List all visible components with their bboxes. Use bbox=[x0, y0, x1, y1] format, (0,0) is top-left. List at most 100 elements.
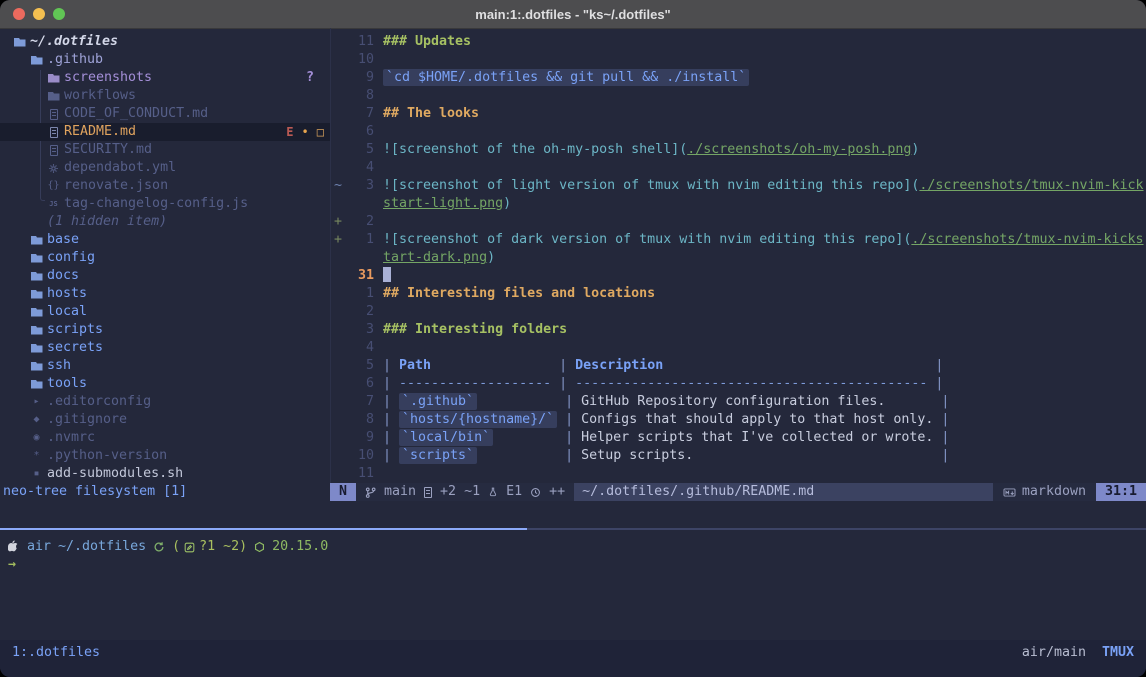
tree-item-dependabot[interactable]: dependabot.yml bbox=[0, 159, 330, 177]
editor-line[interactable]: 9`cd $HOME/.dotfiles && git pull && ./in… bbox=[331, 69, 1146, 87]
gitsign-added: + bbox=[331, 213, 348, 231]
folder-icon bbox=[30, 272, 43, 281]
table-header-line[interactable]: 5| Path | Description | bbox=[331, 357, 1146, 375]
tree-item-readme-selected[interactable]: README.md E • □ bbox=[0, 123, 330, 141]
folder-icon bbox=[30, 362, 43, 371]
tmux-right: air/main TMUX bbox=[1022, 644, 1134, 662]
editor-line[interactable]: 4 bbox=[331, 339, 1146, 357]
pencil-icon bbox=[184, 542, 195, 553]
folder-icon bbox=[30, 326, 43, 335]
window-title: main:1:.dotfiles - "ks~/.dotfiles" bbox=[475, 7, 670, 22]
tree-item-renovate[interactable]: {} renovate.json bbox=[0, 177, 330, 195]
file-icon bbox=[47, 127, 60, 138]
gear-icon bbox=[47, 163, 60, 174]
editor-line[interactable]: 1## Interesting files and locations bbox=[331, 285, 1146, 303]
tree-item-scripts[interactable]: scripts bbox=[0, 321, 330, 339]
shell-prompt-line[interactable]: air ~/.dotfiles ( ?1 ~2) bbox=[8, 538, 328, 556]
markdown-file-icon bbox=[1003, 487, 1016, 498]
tree-item-tools[interactable]: tools bbox=[0, 375, 330, 393]
tree-item-workflows[interactable]: workflows bbox=[0, 87, 330, 105]
titlebar[interactable]: main:1:.dotfiles - "ks~/.dotfiles" bbox=[0, 0, 1146, 29]
editor-buffer: 11### Updates 10 9`cd $HOME/.dotfiles &&… bbox=[331, 33, 1146, 483]
editor-wrap-line[interactable]: start-light.png) bbox=[331, 195, 1146, 213]
tree-item-config[interactable]: config bbox=[0, 249, 330, 267]
markdown-h3: ### Interesting folders bbox=[383, 322, 567, 337]
folder-open-icon bbox=[30, 56, 43, 65]
tmux-window-name[interactable]: 1:.dotfiles bbox=[12, 644, 100, 662]
tree-hidden-count[interactable]: (1 hidden item) bbox=[0, 213, 330, 231]
editor-line[interactable]: 8 bbox=[331, 87, 1146, 105]
editor-cursor-line[interactable]: 31 bbox=[331, 267, 1146, 285]
terminal-window: main:1:.dotfiles - "ks~/.dotfiles" ~/.do… bbox=[0, 0, 1146, 677]
close-button[interactable] bbox=[13, 8, 25, 20]
editor-line[interactable]: 2 bbox=[331, 303, 1146, 321]
tree-item-hosts[interactable]: hosts bbox=[0, 285, 330, 303]
clock-icon bbox=[530, 487, 541, 498]
folder-icon bbox=[30, 380, 43, 389]
hostname: air bbox=[27, 538, 51, 556]
table-row-line[interactable]: 9| `local/bin` | Helper scripts that I'v… bbox=[331, 429, 1146, 447]
braces-icon: {} bbox=[47, 177, 60, 195]
tree-item-security[interactable]: SECURITY.md bbox=[0, 141, 330, 159]
tree-item-secrets[interactable]: secrets bbox=[0, 339, 330, 357]
editor-line[interactable]: 5![screenshot of the oh-my-posh shell](.… bbox=[331, 141, 1146, 159]
tree-item-github[interactable]: .github bbox=[0, 51, 330, 69]
filetype-segment: markdown bbox=[993, 483, 1096, 501]
statusline: N main +2 ~1 E1 bbox=[330, 483, 1146, 501]
node-icon: ◉ bbox=[30, 429, 43, 447]
tree-item-nvmrc[interactable]: ◉ .nvmrc bbox=[0, 429, 330, 447]
folder-icon bbox=[30, 236, 43, 245]
mode-indicator: N bbox=[330, 483, 356, 501]
tmux-badge: TMUX bbox=[1102, 644, 1134, 662]
gitsign-changed: ~ bbox=[331, 177, 348, 195]
cursor-block bbox=[383, 267, 391, 282]
table-row-line[interactable]: 10| `scripts` | Setup scripts. | bbox=[331, 447, 1146, 465]
folder-icon bbox=[30, 344, 43, 353]
unstaged-square-mark: □ bbox=[317, 123, 324, 141]
editor-line[interactable]: +2 bbox=[331, 213, 1146, 231]
markdown-h2: ## Interesting files and locations bbox=[383, 286, 655, 301]
tree-item-tag-changelog[interactable]: JS tag-changelog-config.js bbox=[0, 195, 330, 213]
tmux-pane-border[interactable] bbox=[0, 528, 1146, 530]
editor-line[interactable]: 6 bbox=[331, 123, 1146, 141]
editor-line[interactable]: +1![screenshot of dark version of tmux w… bbox=[331, 231, 1146, 249]
editor-line[interactable]: 4 bbox=[331, 159, 1146, 177]
zoom-button[interactable] bbox=[53, 8, 65, 20]
table-separator-line[interactable]: 6| ------------------- | ---------------… bbox=[331, 375, 1146, 393]
editor-line[interactable]: ~3![screenshot of light version of tmux … bbox=[331, 177, 1146, 195]
filetype-label: markdown bbox=[1022, 483, 1086, 501]
tree-item-local[interactable]: local bbox=[0, 303, 330, 321]
folder-icon bbox=[47, 92, 60, 101]
editor-line[interactable]: 7## The looks bbox=[331, 105, 1146, 123]
markdown-h3: ### Updates bbox=[383, 34, 471, 49]
tree-item-python-version[interactable]: * .python-version bbox=[0, 447, 330, 465]
tree-item-ssh[interactable]: ssh bbox=[0, 357, 330, 375]
editor-line[interactable]: 10 bbox=[331, 51, 1146, 69]
table-row-line[interactable]: 7| `.github` | GitHub Repository configu… bbox=[331, 393, 1146, 411]
tree-item-screenshots[interactable]: screenshots ? bbox=[0, 69, 330, 87]
tree-item-code-of-conduct[interactable]: CODE_OF_CONDUCT.md bbox=[0, 105, 330, 123]
tree-item-docs[interactable]: docs bbox=[0, 267, 330, 285]
tree-item-add-submodules[interactable]: ▪ add-submodules.sh bbox=[0, 465, 330, 483]
tree-item-dotfiles-root[interactable]: ~/.dotfiles bbox=[0, 33, 330, 51]
editor-line[interactable]: 11### Updates bbox=[331, 33, 1146, 51]
file-icon bbox=[47, 109, 60, 120]
diff-added: +2 bbox=[440, 483, 456, 501]
table-row-line[interactable]: 8| `hosts/{hostname}/` | Configs that sh… bbox=[331, 411, 1146, 429]
editor-wrap-line[interactable]: tart-dark.png) bbox=[331, 249, 1146, 267]
prompt-arrow[interactable]: → bbox=[8, 556, 16, 574]
node-version: 20.15.0 bbox=[272, 538, 328, 556]
markdown-link: ./screenshots/tmux-nvim-kicks bbox=[911, 232, 1143, 247]
tmux-status-bar: 1:.dotfiles air/main TMUX bbox=[0, 640, 1146, 677]
markdown-link: ./screenshots/tmux-nvim-kick bbox=[919, 178, 1143, 193]
file-path-segment[interactable]: ~/.dotfiles/.github/README.md bbox=[574, 483, 993, 501]
traffic-lights bbox=[13, 0, 65, 28]
js-icon: JS bbox=[47, 195, 60, 213]
tree-item-base[interactable]: base bbox=[0, 231, 330, 249]
tree-item-gitignore[interactable]: ◆ .gitignore bbox=[0, 411, 330, 429]
editor-line[interactable]: 11 bbox=[331, 465, 1146, 483]
editor-line[interactable]: 3### Interesting folders bbox=[331, 321, 1146, 339]
minimize-button[interactable] bbox=[33, 8, 45, 20]
tree-item-editorconfig[interactable]: ▸ .editorconfig bbox=[0, 393, 330, 411]
git-counts: ?1 ~2) bbox=[199, 538, 247, 556]
